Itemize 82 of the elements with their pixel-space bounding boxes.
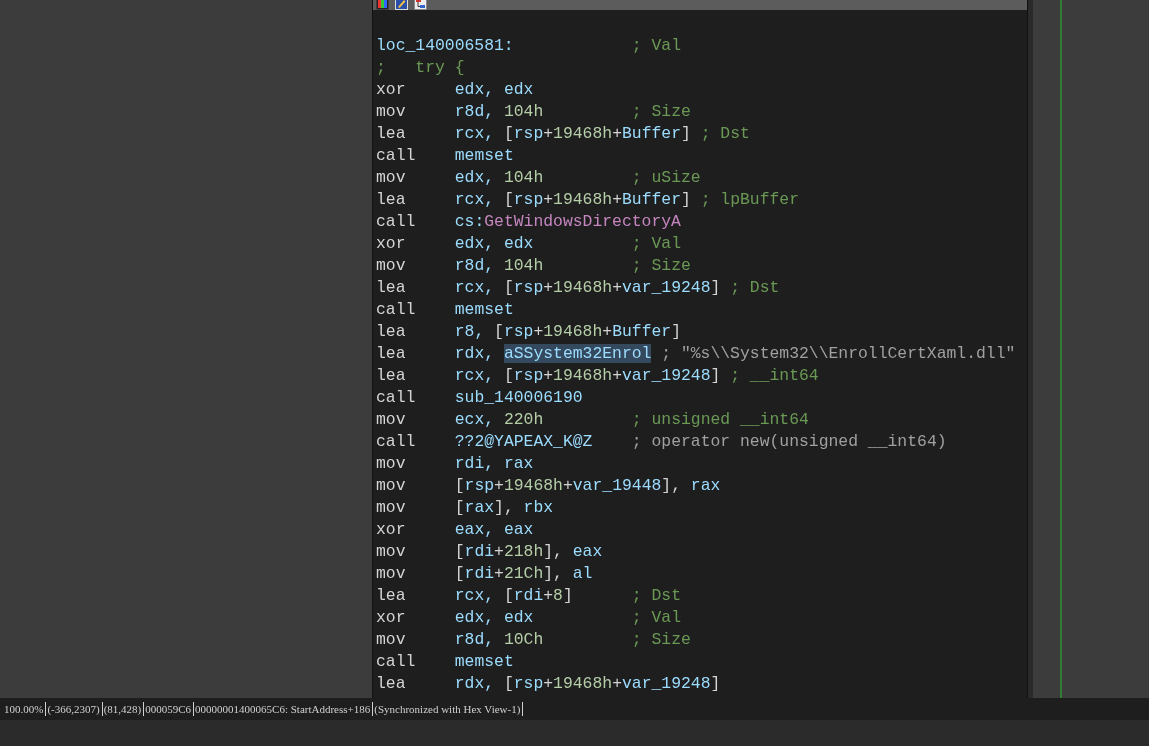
status-field: 100.00% <box>3 702 47 716</box>
instruction-mnemonic: xor <box>376 79 406 101</box>
instruction-operand: memset <box>454 145 514 167</box>
code-comment: ; Dst <box>631 585 681 607</box>
instruction-mnemonic: lea <box>376 343 406 365</box>
instruction-mnemonic: call <box>376 431 416 453</box>
instruction-mnemonic: mov <box>376 475 406 497</box>
instruction-operand: rdx, [rsp+19468h+var_19248] <box>454 673 721 695</box>
instruction-mnemonic: mov <box>376 101 406 123</box>
instruction-mnemonic: xor <box>376 607 406 629</box>
instruction-mnemonic: lea <box>376 673 406 695</box>
instruction-mnemonic: lea <box>376 321 406 343</box>
instruction-operand: edx, 104h <box>454 167 544 189</box>
instruction-operand: [rax], rbx <box>454 497 554 519</box>
code-comment: ; Val <box>631 35 681 57</box>
instruction-mnemonic: mov <box>376 453 406 475</box>
instruction-mnemonic: xor <box>376 233 406 255</box>
instruction-operand: r8d, 10Ch <box>454 629 544 651</box>
instruction-operand: ??2@YAPEAX_K@Z <box>454 431 593 453</box>
code-comment: ; Size <box>631 101 691 123</box>
instruction-mnemonic: call <box>376 145 416 167</box>
pencil-icon[interactable] <box>395 0 408 10</box>
instruction-mnemonic: mov <box>376 409 406 431</box>
instruction-operand: eax, eax <box>454 519 534 541</box>
instruction-mnemonic: call <box>376 651 416 673</box>
code-comment: ; lpBuffer <box>700 189 800 211</box>
instruction-operand: r8d, 104h <box>454 101 544 123</box>
code-comment: ; Val <box>631 233 681 255</box>
instruction-operand: [rdi+218h], eax <box>454 541 603 563</box>
instruction-mnemonic: mov <box>376 563 406 585</box>
code-comment: ; unsigned __int64 <box>631 409 809 431</box>
instruction-mnemonic: call <box>376 299 416 321</box>
instruction-mnemonic: mov <box>376 497 406 519</box>
instruction-mnemonic: mov <box>376 255 406 277</box>
status-field: 000059C6 <box>144 702 195 716</box>
instruction-operand: edx, edx <box>454 79 534 101</box>
instruction-operand: rcx, [rdi+8] <box>454 585 573 607</box>
status-field: (-366,2307) <box>46 702 103 716</box>
instruction-operand: cs:GetWindowsDirectoryA <box>454 211 681 233</box>
instruction-operand: rcx, [rsp+19468h+var_19248] <box>454 277 721 299</box>
instruction-operand: r8, [rsp+19468h+Buffer] <box>454 321 681 343</box>
code-comment: ; uSize <box>631 167 701 189</box>
instruction-mnemonic: lea <box>376 365 406 387</box>
code-comment: ; "%s\\System32\\EnrollCertXaml.dll" <box>661 343 1016 365</box>
code-comment: ; Size <box>631 629 691 651</box>
instruction-mnemonic: call <box>376 387 416 409</box>
instruction-operand: edx, edx <box>454 233 534 255</box>
graph-icon[interactable] <box>414 0 427 10</box>
instruction-operand: edx, edx <box>454 607 534 629</box>
instruction-mnemonic: xor <box>376 519 406 541</box>
status-field: (Synchronized with Hex View-1) <box>373 702 524 716</box>
instruction-mnemonic: call <box>376 211 416 233</box>
instruction-operand: rcx, [rsp+19468h+var_19248] <box>454 365 721 387</box>
code-comment: ; Size <box>631 255 691 277</box>
instruction-operand: r8d, 104h <box>454 255 544 277</box>
instruction-operand: ecx, 220h <box>454 409 544 431</box>
instruction-operand: rcx, [rsp+19468h+Buffer] <box>454 189 691 211</box>
instruction-mnemonic: mov <box>376 629 406 651</box>
code-comment: ; operator new(unsigned __int64) <box>631 431 947 453</box>
instruction-mnemonic: mov <box>376 541 406 563</box>
instruction-operand: [rdi+21Ch], al <box>454 563 593 585</box>
instruction-operand: [rsp+19468h+var_19448], rax <box>454 475 721 497</box>
instruction-mnemonic: lea <box>376 585 406 607</box>
instruction-operand: rcx, [rsp+19468h+Buffer] <box>454 123 691 145</box>
instruction-mnemonic: lea <box>376 277 406 299</box>
code-comment: ; Dst <box>730 277 780 299</box>
status-field: (81,428) <box>102 702 145 716</box>
instruction-operand: rdx, aSSystem32Enrol <box>454 343 652 365</box>
status-field: 00000001400065C6: StartAddress+186 <box>194 702 374 716</box>
code-comment: ; Dst <box>700 123 750 145</box>
code-comment: ; Val <box>631 607 681 629</box>
code-comment: ; try { <box>376 57 465 79</box>
instruction-operand: sub_140006190 <box>454 387 583 409</box>
instruction-mnemonic: mov <box>376 167 406 189</box>
instruction-operand: memset <box>454 651 514 673</box>
instruction-operand: rdi, rax <box>454 453 534 475</box>
instruction-mnemonic: lea <box>376 123 406 145</box>
code-label: loc_140006581: <box>376 35 514 57</box>
color-palette-icon[interactable] <box>376 0 389 10</box>
instruction-operand: memset <box>454 299 514 321</box>
code-comment: ; __int64 <box>730 365 819 387</box>
instruction-mnemonic: lea <box>376 189 406 211</box>
